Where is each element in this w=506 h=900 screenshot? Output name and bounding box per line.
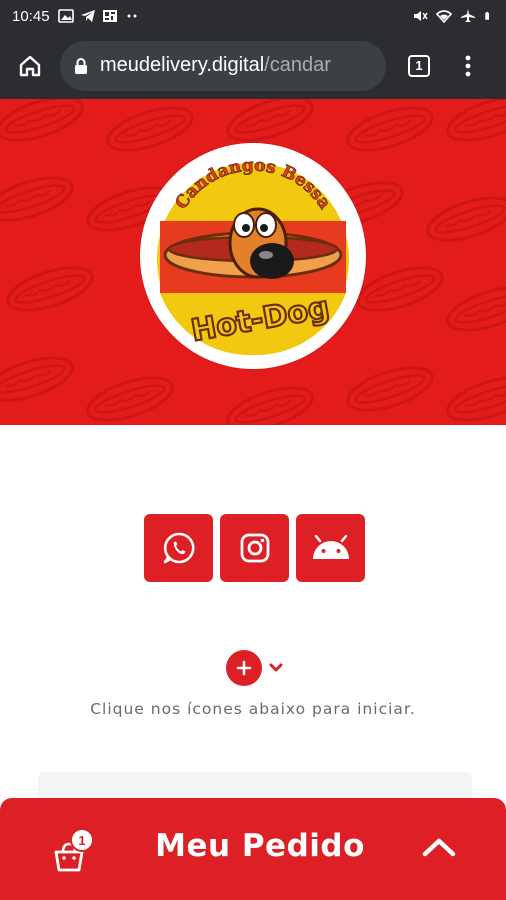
chevron-up-icon[interactable] bbox=[420, 832, 458, 862]
qr-icon bbox=[102, 10, 117, 22]
status-bar: 10:45 bbox=[0, 0, 506, 32]
social-buttons bbox=[144, 514, 365, 582]
android-icon bbox=[312, 535, 349, 559]
telegram-icon bbox=[80, 10, 95, 22]
order-bar[interactable]: 1 Meu Pedido bbox=[0, 798, 506, 900]
url-path: /candar bbox=[264, 54, 331, 76]
add-toggle[interactable] bbox=[226, 650, 284, 686]
airplane-icon bbox=[461, 9, 475, 22]
status-time: 10:45 bbox=[12, 7, 50, 25]
store-logo: Candangos Bessa Hot-Dog bbox=[140, 143, 366, 369]
browser-menu-button[interactable] bbox=[456, 50, 480, 82]
plus-icon bbox=[236, 660, 252, 676]
instagram-icon bbox=[240, 533, 269, 563]
more-vert-icon bbox=[465, 55, 471, 76]
url-text: meudelivery.digital/candar bbox=[100, 54, 331, 77]
whatsapp-button[interactable] bbox=[144, 514, 213, 582]
hotdog-dog-logo: Candangos Bessa Hot-Dog bbox=[149, 152, 357, 360]
mute-icon bbox=[414, 11, 428, 21]
wifi-icon bbox=[436, 10, 452, 23]
plus-button[interactable] bbox=[226, 650, 262, 686]
battery-icon bbox=[485, 11, 489, 20]
image-icon bbox=[57, 9, 74, 23]
instruction-text: Clique nos ícones abaixo para iniciar. bbox=[90, 700, 416, 718]
chevron-down-icon bbox=[269, 663, 283, 672]
more-dots-icon bbox=[127, 14, 137, 18]
lock-icon bbox=[75, 57, 87, 74]
whatsapp-icon bbox=[163, 532, 194, 564]
browser-toolbar: meudelivery.digital/candar 1 bbox=[0, 32, 506, 99]
android-app-button[interactable] bbox=[296, 514, 365, 582]
home-button[interactable] bbox=[14, 50, 46, 82]
address-bar[interactable]: meudelivery.digital/candar bbox=[60, 40, 386, 91]
home-icon bbox=[19, 55, 41, 76]
tab-switcher-button[interactable]: 1 bbox=[408, 54, 430, 77]
url-domain: meudelivery.digital bbox=[100, 54, 265, 76]
instagram-button[interactable] bbox=[220, 514, 289, 582]
